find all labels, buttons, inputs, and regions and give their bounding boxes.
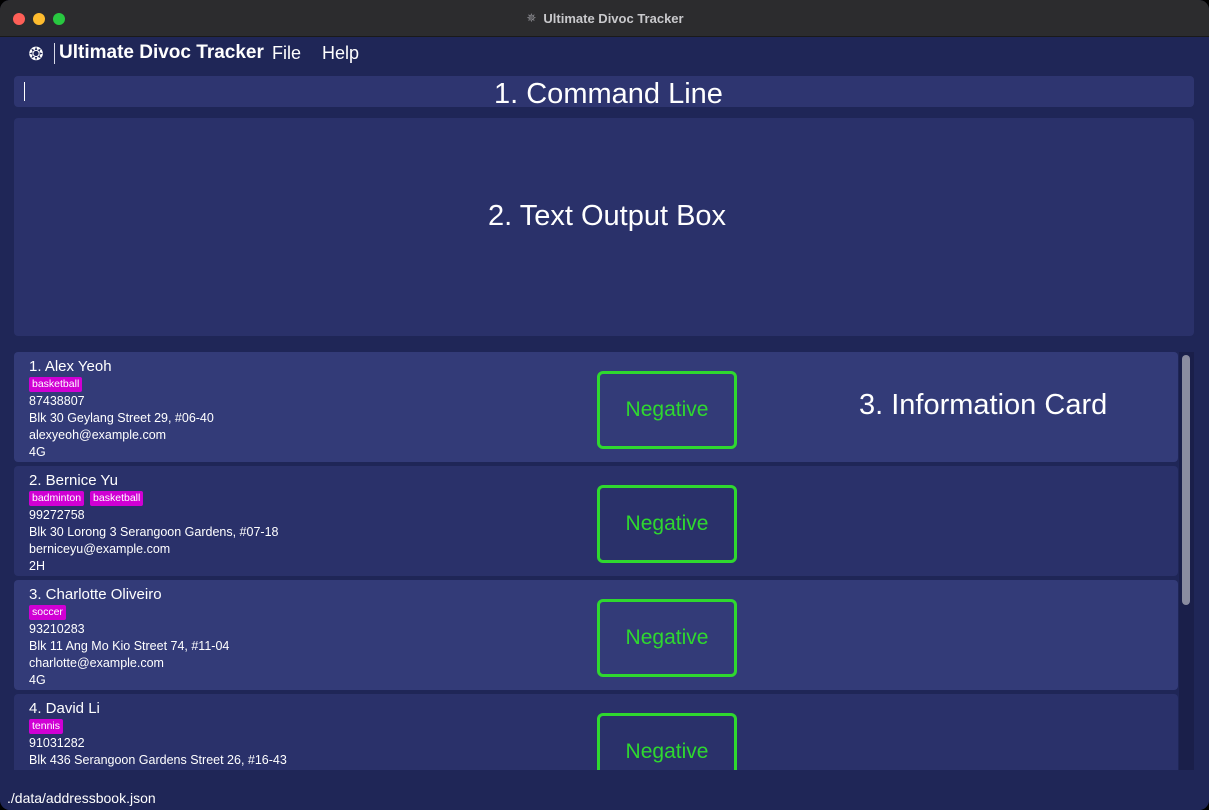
- person-phone: 93210283: [29, 622, 85, 636]
- output-box-label: 2. Text Output Box: [488, 200, 727, 232]
- person-address: Blk 436 Serangoon Gardens Street 26, #16…: [29, 753, 287, 767]
- covid-status-badge: Negative: [597, 371, 737, 449]
- person-name: 2. Bernice Yu: [29, 472, 118, 489]
- app-window: ✵ Ultimate Divoc Tracker ❂ Ultimate Divo…: [0, 0, 1209, 810]
- tag: basketball: [29, 377, 83, 392]
- person-room: 4G: [29, 673, 46, 687]
- covid-status-badge: Negative: [597, 485, 737, 563]
- tag-list: basketball: [29, 377, 83, 392]
- person-email: charlotte@example.com: [29, 656, 164, 670]
- window-title: Ultimate Divoc Tracker: [543, 10, 684, 26]
- text-caret: [24, 82, 25, 101]
- person-phone: 91031282: [29, 736, 85, 750]
- scrollbar-thumb[interactable]: [1182, 355, 1190, 605]
- title-bar: ✵ Ultimate Divoc Tracker: [0, 0, 1209, 37]
- person-card[interactable]: 3. Charlotte Oliveiro soccer 93210283 Bl…: [14, 580, 1178, 690]
- status-bar: ./data/addressbook.json: [0, 771, 1209, 810]
- tag: tennis: [29, 719, 64, 734]
- app-name: Ultimate Divoc Tracker: [59, 42, 264, 63]
- information-card-label: 3. Information Card: [859, 389, 1108, 421]
- tag-list: tennis: [29, 719, 64, 734]
- covid-status-badge: Negative: [597, 599, 737, 677]
- person-name: 4. David Li: [29, 700, 100, 717]
- menu-help[interactable]: Help: [322, 41, 359, 65]
- tag-list: badminton basketball: [29, 491, 144, 506]
- tag: soccer: [29, 605, 66, 620]
- person-phone: 99272758: [29, 508, 85, 522]
- person-address: Blk 30 Lorong 3 Serangoon Gardens, #07-1…: [29, 525, 279, 539]
- person-name: 1. Alex Yeoh: [29, 358, 112, 375]
- list-scrollbar[interactable]: [1179, 352, 1194, 770]
- logo-divider: [54, 43, 55, 64]
- tag: basketball: [90, 491, 144, 506]
- save-location: ./data/addressbook.json: [7, 790, 156, 806]
- covid-status-badge: Negative: [597, 713, 737, 770]
- person-email: alexyeoh@example.com: [29, 428, 167, 442]
- person-room: 4G: [29, 445, 46, 459]
- virus-icon: ❂: [28, 44, 44, 64]
- tag-list: soccer: [29, 605, 66, 620]
- person-address: Blk 11 Ang Mo Kio Street 74, #11-04: [29, 639, 230, 653]
- tag: badminton: [29, 491, 85, 506]
- person-address: Blk 30 Geylang Street 29, #06-40: [29, 411, 214, 425]
- person-card[interactable]: 4. David Li tennis 91031282 Blk 436 Sera…: [14, 694, 1178, 770]
- virus-icon: ✵: [526, 11, 537, 25]
- person-phone: 87438807: [29, 394, 85, 408]
- person-card[interactable]: 2. Bernice Yu badminton basketball 99272…: [14, 466, 1178, 576]
- person-name: 3. Charlotte Oliveiro: [29, 586, 162, 603]
- menu-file[interactable]: File: [272, 41, 301, 65]
- command-line-label: 1. Command Line: [494, 78, 723, 110]
- person-email: berniceyu@example.com: [29, 542, 171, 556]
- person-room: 2H: [29, 559, 45, 573]
